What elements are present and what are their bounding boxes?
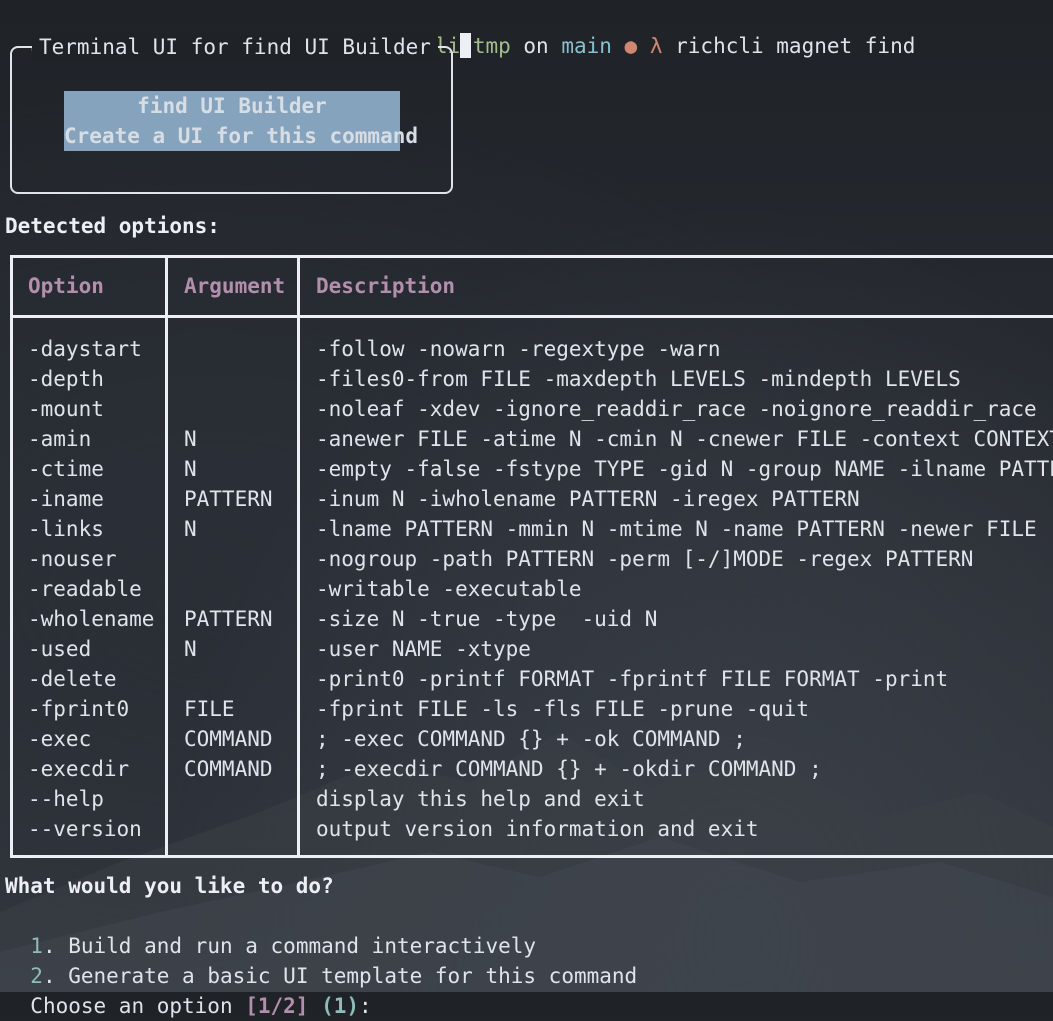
terminal-cursor: [460, 33, 471, 58]
choose-suffix: :: [359, 994, 372, 1018]
option-cell: -amin: [28, 427, 92, 451]
panel-subheading: Create a UI for this command: [64, 121, 418, 151]
header-option: Option: [28, 274, 104, 298]
argument-cell: N: [184, 427, 197, 451]
option-cell: -ctime: [28, 457, 104, 481]
description-cell: output version information and exit: [316, 817, 759, 841]
menu-option-2[interactable]: 2. Generate a basic UI template for this…: [5, 931, 637, 988]
description-cell: -size N -true -type -uid N: [316, 607, 658, 631]
option-cell: --help: [28, 787, 104, 811]
prompt-dirty-dot: ●: [611, 34, 650, 58]
argument-cell: N: [184, 517, 197, 541]
argument-cell: COMMAND: [184, 757, 273, 781]
description-cell: -empty -false -fstype TYPE -gid N -group…: [316, 457, 1053, 481]
option-cell: -iname: [28, 487, 104, 511]
option-cell: -daystart: [28, 337, 142, 361]
option-cell: -depth: [28, 367, 104, 391]
column-separator: [297, 258, 300, 855]
prompt-command: richcli magnet find: [662, 34, 916, 58]
panel-heading: find UI Builder: [64, 91, 400, 121]
description-cell: -files0-from FILE -maxdepth LEVELS -mind…: [316, 367, 961, 391]
argument-cell: FILE: [184, 697, 235, 721]
column-separator: [165, 258, 168, 855]
description-cell: ; -execdir COMMAND {} + -okdir COMMAND ;: [316, 757, 822, 781]
option-cell: -execdir: [28, 757, 130, 781]
options-table: Option Argument Description -daystart -fo…: [10, 255, 1053, 858]
option-cell: -nouser: [28, 547, 117, 571]
option-cell: --version: [28, 817, 142, 841]
argument-cell: PATTERN: [184, 607, 273, 631]
choose-prompt[interactable]: Choose an option [1/2] (1):: [5, 961, 371, 1018]
description-cell: -anewer FILE -atime N -cmin N -cnewer FI…: [316, 427, 1053, 451]
choose-label: Choose an option: [30, 994, 246, 1018]
menu-question: What would you like to do?: [5, 874, 334, 898]
description-cell: -inum N -iwholename PATTERN -iregex PATT…: [316, 487, 860, 511]
option-cell: -used: [28, 637, 92, 661]
description-cell: -noleaf -xdev -ignore_readdir_race -noig…: [316, 397, 1037, 421]
description-cell: -follow -nowarn -regextype -warn: [316, 337, 721, 361]
option-cell: -mount: [28, 397, 104, 421]
option-cell: -delete: [28, 667, 117, 691]
header-description: Description: [316, 274, 456, 298]
panel-title: Terminal UI for find UI Builder: [32, 33, 438, 61]
prompt-on-word: on: [510, 34, 562, 58]
description-cell: -print0 -printf FORMAT -fprintf FILE FOR…: [316, 667, 949, 691]
description-cell: -lname PATTERN -mmin N -mtime N -name PA…: [316, 517, 1037, 541]
description-cell: ; -exec COMMAND {} + -ok COMMAND ;: [316, 727, 746, 751]
detected-options-label: Detected options:: [5, 214, 220, 238]
description-cell: -fprint FILE -ls -fls FILE -prune -quit: [316, 697, 810, 721]
prompt-branch: main: [561, 34, 612, 58]
description-cell: -user NAME -xtype: [316, 637, 531, 661]
argument-cell: N: [184, 637, 197, 661]
option-cell: -wholename: [28, 607, 155, 631]
description-cell: display this help and exit: [316, 787, 645, 811]
option-cell: -exec: [28, 727, 92, 751]
description-cell: -nogroup -path PATTERN -perm [-/]MODE -r…: [316, 547, 974, 571]
menu-option-1[interactable]: 1. Build and run a command interactively: [5, 901, 536, 958]
option-cell: -fprint0: [28, 697, 130, 721]
option-cell: -readable: [28, 577, 142, 601]
argument-cell: COMMAND: [184, 727, 273, 751]
argument-cell: PATTERN: [184, 487, 273, 511]
description-cell: -writable -executable: [316, 577, 582, 601]
option-cell: -links: [28, 517, 104, 541]
header-argument: Argument: [184, 274, 286, 298]
prompt-lambda-icon: λ: [649, 34, 663, 58]
choose-default: (1): [321, 994, 360, 1018]
choose-choices: [1/2]: [245, 994, 309, 1018]
shell-prompt: alal in ~/Desktop/code/tui/richcli/tmp o…: [5, 1, 915, 58]
header-separator: [13, 315, 1053, 318]
argument-cell: N: [184, 457, 197, 481]
